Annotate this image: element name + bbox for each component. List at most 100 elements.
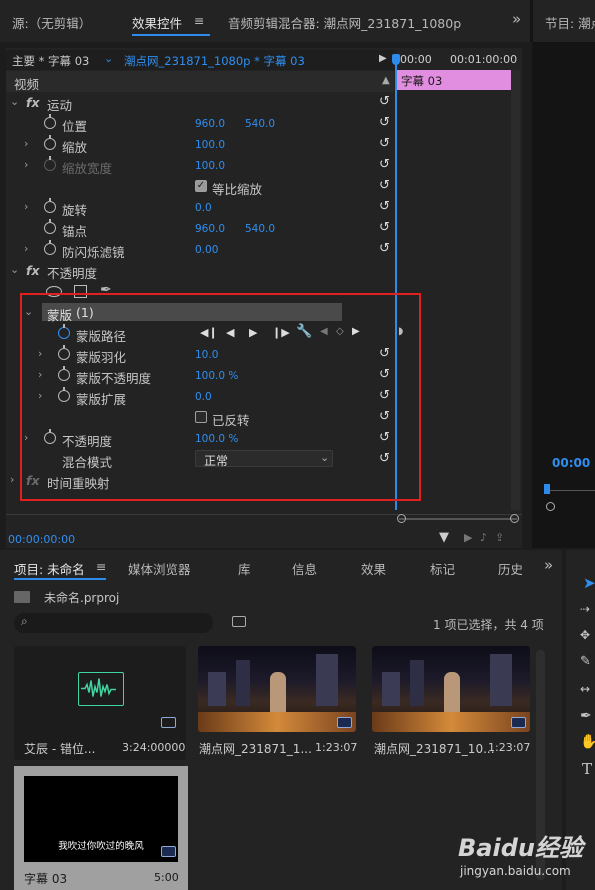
program-zoom-handle[interactable] <box>546 502 555 511</box>
project-file-name: 未命名.prproj <box>44 591 120 605</box>
project-item-video[interactable] <box>198 646 356 732</box>
position-x-value[interactable]: 960.0 <box>195 118 225 130</box>
video-header-label: 视频 <box>14 77 40 92</box>
selection-tool-icon[interactable]: ➤ <box>583 574 595 592</box>
panel-menu-icon[interactable]: ≡ <box>194 13 204 28</box>
expand-chevron-icon[interactable]: › <box>24 200 28 213</box>
hand-tool-icon[interactable]: ✋ <box>580 734 595 750</box>
track-select-tool-icon[interactable]: ⇢ <box>580 602 590 616</box>
expand-chevron-icon[interactable]: › <box>24 137 28 150</box>
vertical-scrollbar[interactable] <box>511 70 520 510</box>
rotation-value[interactable]: 0.0 <box>195 202 212 214</box>
stopwatch-icon[interactable] <box>44 135 56 150</box>
scale-value[interactable]: 100.0 <box>195 139 225 151</box>
tab-project[interactable]: 项目: 未命名 <box>14 559 85 578</box>
stopwatch-icon[interactable] <box>44 198 56 213</box>
audio-waveform-icon <box>78 672 124 706</box>
program-playhead[interactable] <box>544 484 550 494</box>
mini-timeline-ruler[interactable]: 00:00 00:01:00:00 <box>396 50 517 70</box>
stopwatch-icon[interactable] <box>44 114 56 129</box>
tab-history[interactable]: 历史 <box>498 559 522 578</box>
item-duration: 1:23:07 <box>488 741 531 754</box>
building <box>316 654 338 707</box>
caption-text: 我吹过你吹过的晚风 <box>58 841 144 852</box>
project-item-sequence[interactable] <box>372 646 530 732</box>
ripple-edit-tool-icon[interactable]: ✥ <box>580 628 590 642</box>
tab-program[interactable]: 节目: 潮点 <box>545 13 595 32</box>
tab-source[interactable]: 源:（无剪辑） <box>12 13 91 32</box>
item-name: 潮点网_231871_1... <box>199 742 312 756</box>
panel-menu-icon[interactable]: ≡ <box>96 559 106 574</box>
timecode[interactable]: 00:00:00:00 <box>8 533 75 546</box>
anchor-y-value[interactable]: 540.0 <box>245 223 275 235</box>
reset-icon[interactable]: ↺ <box>379 241 390 256</box>
zoom-bar[interactable] <box>399 518 517 520</box>
reset-icon[interactable]: ↺ <box>379 94 390 109</box>
zoom-handle-right[interactable] <box>510 514 519 523</box>
tab-libraries[interactable]: 库 <box>238 559 251 578</box>
filter-icon[interactable]: ▼ <box>439 530 449 545</box>
chevron-down-icon[interactable]: ⌄ <box>104 52 113 65</box>
program-monitor[interactable]: 00:00 <box>532 42 595 548</box>
reset-icon[interactable]: ↺ <box>379 178 390 193</box>
playhead-handle[interactable] <box>392 54 400 65</box>
expand-chevron-icon: › <box>24 158 29 171</box>
building <box>382 672 400 707</box>
program-timecode[interactable]: 00:00 <box>552 456 590 470</box>
tab-markers[interactable]: 标记 <box>430 559 455 578</box>
anchor-x-value[interactable]: 960.0 <box>195 223 225 235</box>
reset-icon[interactable]: ↺ <box>379 115 390 130</box>
reset-icon[interactable]: ↺ <box>379 220 390 235</box>
item-name: 艾辰 - 错位... <box>24 742 96 756</box>
master-clip-label[interactable]: 主要 * 字幕 03 <box>12 53 89 69</box>
opacity-label: 不透明度 <box>47 266 98 281</box>
tab-effects[interactable]: 效果 <box>361 559 386 578</box>
clip-bar-label: 字幕 03 <box>401 74 443 88</box>
item-duration: 1:23:07 <box>315 741 358 754</box>
fx-icon[interactable]: fx <box>26 95 40 110</box>
stopwatch-icon[interactable] <box>44 240 56 255</box>
caption-thumbnail: 我吹过你吹过的晚风 <box>24 776 178 862</box>
scale-width-label: 缩放宽度 <box>62 161 113 176</box>
expand-chevron-icon[interactable]: ⌄ <box>10 95 19 108</box>
expand-chevron-icon[interactable]: › <box>24 242 28 255</box>
expand-chevron-icon[interactable]: › <box>10 473 14 486</box>
tab-info[interactable]: 信息 <box>292 559 317 578</box>
more-tabs-icon[interactable]: » <box>544 556 553 574</box>
reset-icon[interactable]: ↺ <box>379 199 390 214</box>
stopwatch-icon[interactable] <box>44 219 56 234</box>
flicker-value[interactable]: 0.00 <box>195 244 218 256</box>
motion-effect-row[interactable]: ⌄ fx 运动 ↺ <box>6 92 394 113</box>
razor-tool-icon[interactable]: ✎ <box>580 654 591 669</box>
fx-icon[interactable]: fx <box>26 263 40 278</box>
new-bin-icon[interactable] <box>232 616 246 627</box>
sequence-clip-label[interactable]: 潮点网_231871_1080p * 字幕 03 <box>124 53 305 69</box>
clip-bar[interactable]: 字幕 03 <box>397 70 511 90</box>
building <box>208 672 226 707</box>
scale-width-value: 100.0 <box>195 160 226 172</box>
opacity-effect-row[interactable]: ⌄ fx 不透明度 <box>6 260 394 281</box>
tab-media-browser[interactable]: 媒体浏览器 <box>128 559 191 578</box>
scale-row: › 缩放 100.0 ↺ <box>6 134 394 155</box>
search-input[interactable]: ⌕ <box>14 613 213 633</box>
type-tool-icon[interactable]: T <box>582 760 592 778</box>
slip-tool-icon[interactable]: ↔ <box>580 682 590 696</box>
more-tabs-icon[interactable]: » <box>512 10 521 28</box>
uniform-scale-checkbox[interactable]: ✓ <box>195 180 207 192</box>
loop-audio-icon[interactable]: ♪ <box>480 531 487 544</box>
play-audio-icon[interactable]: ▶ <box>464 531 472 544</box>
expand-chevron-icon[interactable]: ⌄ <box>10 263 19 276</box>
clip-header: 主要 * 字幕 03 ⌄ 潮点网_231871_1080p * 字幕 03 ▶ <box>6 50 396 70</box>
tab-audio-mixer[interactable]: 音频剪辑混合器: 潮点网_231871_1080p <box>228 13 461 32</box>
reset-icon[interactable]: ↺ <box>379 136 390 151</box>
building <box>490 654 512 707</box>
position-y-value[interactable]: 540.0 <box>245 118 275 130</box>
tab-effect-controls[interactable]: 效果控件 <box>132 13 182 32</box>
project-item-caption[interactable]: 我吹过你吹过的晚风 字幕 03 5:00 <box>14 766 188 890</box>
pen-tool-icon[interactable]: ✒ <box>580 708 592 724</box>
export-icon[interactable]: ⇪ <box>495 531 504 544</box>
play-clip-icon[interactable]: ▶ <box>379 53 387 64</box>
collapse-up-icon[interactable]: ▲ <box>382 75 390 86</box>
zoom-handle-left[interactable] <box>397 514 406 523</box>
baidu-watermark: Baidu经验 jingyan.baidu.com <box>458 826 592 886</box>
